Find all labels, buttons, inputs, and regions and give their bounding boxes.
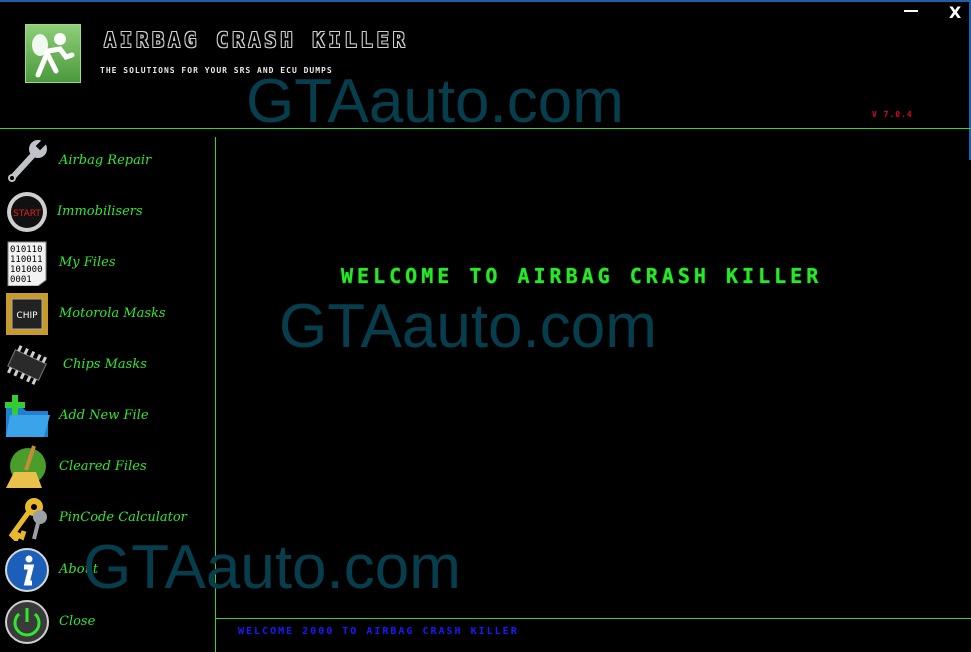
broom-icon: [4, 444, 50, 490]
cpu-chip-icon: CHIP: [4, 291, 50, 337]
sidebar-item-pincode-calculator[interactable]: PinCode Calculator: [0, 493, 214, 544]
sidebar-item-label: Close: [59, 614, 96, 629]
sidebar-item-about[interactable]: About: [0, 545, 214, 595]
svg-text:110011: 110011: [10, 255, 43, 265]
status-text: WELCOME 2000 TO AIRBAG CRASH KILLER: [238, 626, 519, 637]
info-icon: [4, 547, 50, 593]
sidebar-item-immobilisers[interactable]: START Immobilisers: [0, 187, 214, 237]
minimize-button[interactable]: [898, 0, 924, 20]
status-divider: [215, 618, 971, 619]
version-label: V 7.0.4: [872, 110, 913, 119]
add-folder-icon: [4, 393, 50, 439]
sidebar-item-label: About: [59, 562, 99, 577]
sidebar-item-add-new-file[interactable]: Add New File: [0, 391, 214, 441]
power-icon: [4, 599, 50, 645]
sidebar-item-label: Airbag Repair: [59, 153, 152, 168]
airbag-logo-icon: [25, 24, 81, 83]
sidebar-item-chips-masks[interactable]: Chips Masks: [0, 340, 214, 390]
app-subtitle: THE SOLUTIONS FOR YOUR SRS AND ECU DUMPS: [100, 66, 333, 75]
app-title: AIRBAG CRASH KILLER: [104, 28, 409, 52]
wrench-icon: [4, 138, 50, 184]
sidebar-item-label: My Files: [59, 255, 116, 270]
binary-file-icon: 010110 110011 101000 0001: [4, 240, 50, 287]
sidebar-item-label: Cleared Files: [59, 459, 147, 474]
sidebar-item-label: Immobilisers: [57, 204, 143, 219]
svg-text:101000: 101000: [10, 265, 43, 275]
sidebar-item-label: Chips Masks: [63, 357, 147, 372]
svg-text:0001: 0001: [10, 275, 32, 285]
header: AIRBAG CRASH KILLER THE SOLUTIONS FOR YO…: [0, 0, 971, 128]
sidebar-item-airbag-repair[interactable]: Airbag Repair: [0, 136, 214, 186]
sidebar-item-label: Add New File: [59, 408, 149, 423]
close-window-button[interactable]: X: [944, 2, 966, 24]
svg-text:START: START: [13, 209, 41, 219]
svg-text:CHIP: CHIP: [16, 311, 38, 321]
ic-chip-icon: [4, 342, 50, 388]
keys-icon: [4, 495, 50, 544]
sidebar-item-motorola-masks[interactable]: CHIP Motorola Masks: [0, 289, 214, 339]
watermark: GTAauto.com: [279, 292, 657, 361]
sidebar-item-my-files[interactable]: 010110 110011 101000 0001 My Files: [0, 238, 214, 288]
sidebar-item-close[interactable]: Close: [0, 597, 214, 647]
welcome-banner: WELCOME TO AIRBAG CRASH KILLER: [341, 264, 823, 288]
sidebar-item-cleared-files[interactable]: Cleared Files: [0, 442, 214, 492]
svg-text:010110: 010110: [10, 245, 43, 255]
start-button-icon: START: [4, 189, 50, 235]
header-divider: [0, 128, 971, 129]
sidebar-item-label: Motorola Masks: [59, 306, 166, 321]
sidebar-divider: [215, 137, 216, 652]
sidebar-item-label: PinCode Calculator: [59, 510, 187, 525]
